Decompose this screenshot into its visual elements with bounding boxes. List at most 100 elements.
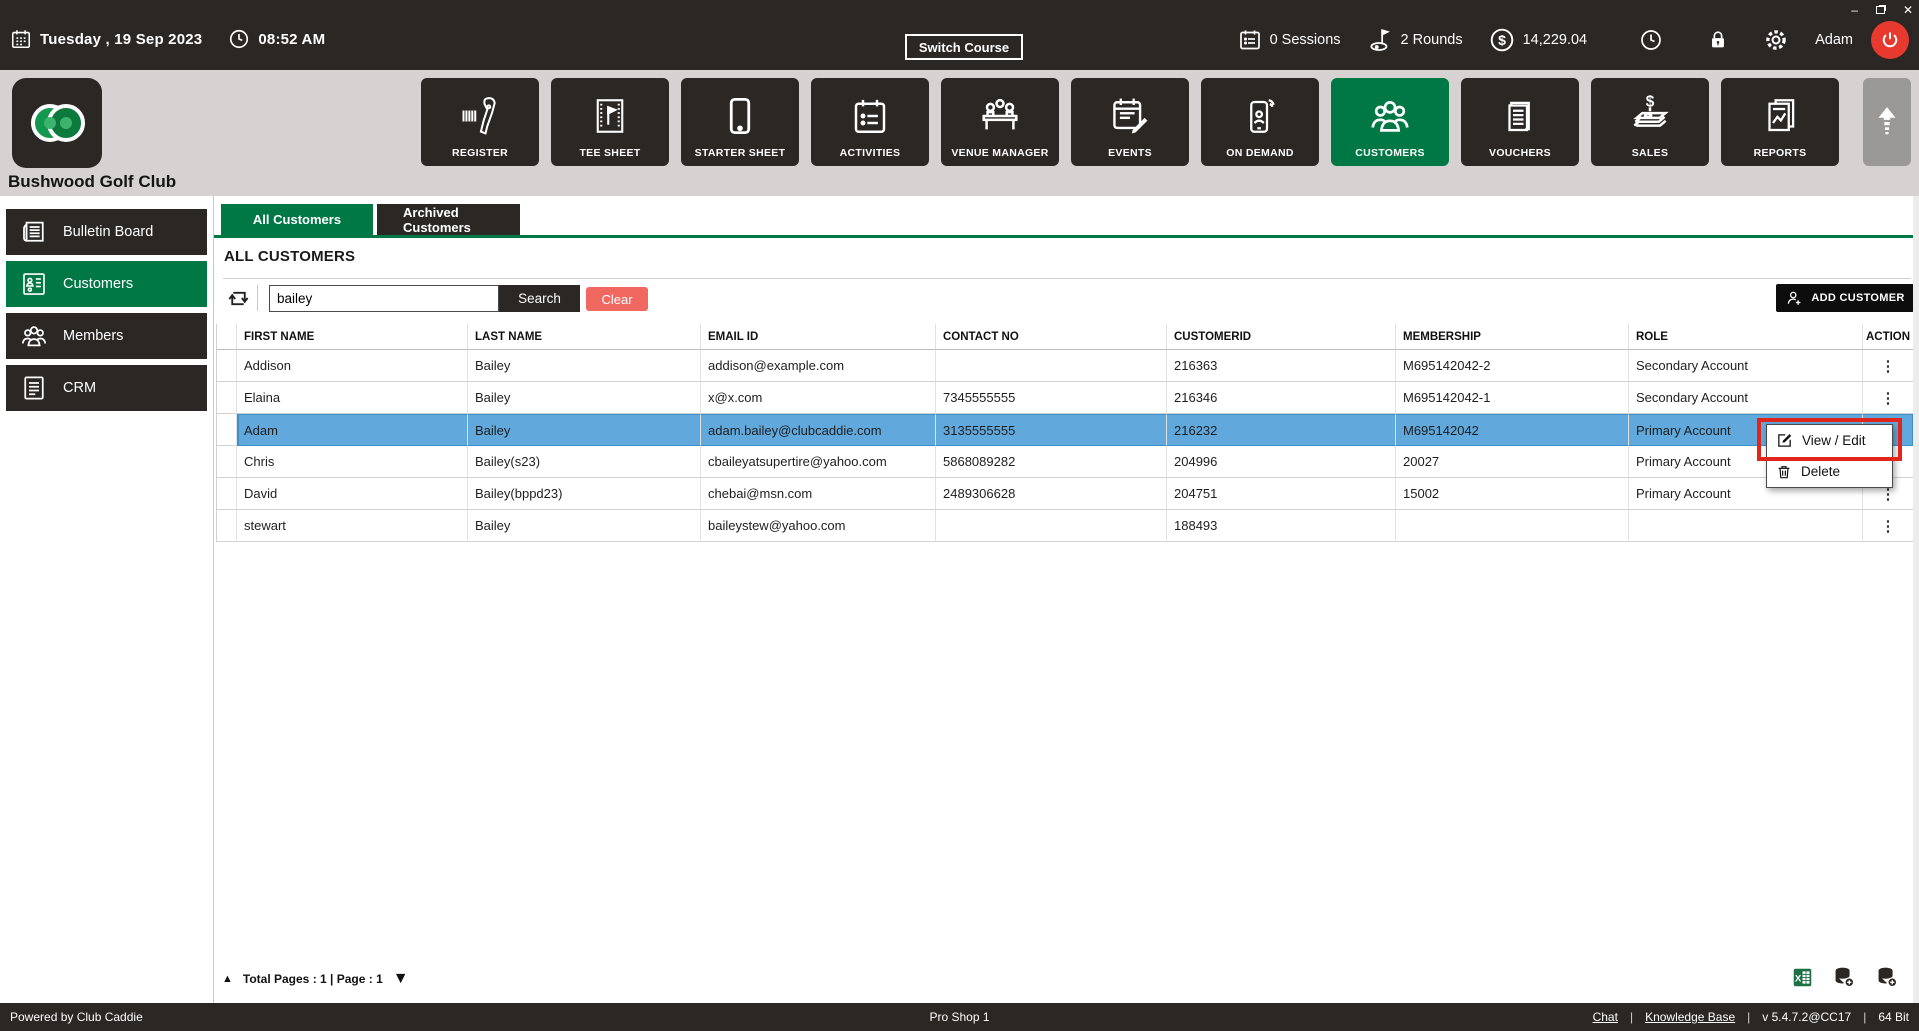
date-time-group: Tuesday , 19 Sep 2023 08:52 AM: [10, 28, 325, 50]
row-actions-icon[interactable]: ⋮: [1863, 382, 1914, 414]
col-membership[interactable]: MEMBERSHIP: [1396, 324, 1629, 350]
sidebar-item-bulletin-board[interactable]: Bulletin Board: [6, 209, 207, 255]
cell-customerid: 188493: [1167, 510, 1396, 542]
cell-role: [1629, 510, 1863, 542]
calendar-pencil-icon: [1108, 78, 1152, 148]
search-input[interactable]: [269, 285, 499, 312]
members-group-icon: [19, 321, 49, 351]
collapse-toolbar-button[interactable]: [1863, 78, 1911, 166]
sidebar-item-customers[interactable]: Customers: [6, 261, 207, 307]
cell-email: chebai@msn.com: [701, 478, 936, 510]
club-caddie-app: – ✕ Tuesday , 19 Sep 2023: [0, 0, 1919, 1031]
sidebar-item-label: Members: [63, 328, 123, 344]
tee-sheet-label: TEE SHEET: [579, 148, 640, 159]
rounds-stat[interactable]: 2 Rounds: [1367, 27, 1463, 53]
power-button[interactable]: [1871, 21, 1909, 59]
table-row-selected[interactable]: Adam Bailey adam.bailey@clubcaddie.com 3…: [216, 414, 1914, 446]
starter-sheet-button[interactable]: STARTER SHEET: [681, 78, 799, 166]
tee-sheet-button[interactable]: TEE SHEET: [551, 78, 669, 166]
context-menu-view-edit[interactable]: View / Edit: [1767, 425, 1892, 456]
export-data-add-icon[interactable]: [1876, 966, 1899, 989]
search-button[interactable]: Search: [499, 285, 580, 312]
events-button[interactable]: EVENTS: [1071, 78, 1189, 166]
cell-contact: 3135555555: [936, 414, 1167, 446]
table-row[interactable]: stewart Bailey baileystew@yahoo.com 1884…: [216, 510, 1914, 542]
switch-course-button[interactable]: Switch Course: [905, 34, 1023, 60]
customers-label: CUSTOMERS: [1355, 148, 1425, 159]
customer-tabs: All Customers Archived Customers: [221, 204, 520, 235]
cell-last-name: Bailey: [468, 350, 701, 382]
window-controls: – ✕: [1851, 2, 1913, 18]
on-demand-label: ON DEMAND: [1226, 148, 1293, 159]
cell-email: addison@example.com: [701, 350, 936, 382]
clock-button[interactable]: [1639, 28, 1663, 52]
lock-icon[interactable]: [1707, 29, 1729, 51]
col-contact-no[interactable]: CONTACT NO: [936, 324, 1167, 350]
chat-link[interactable]: Chat: [1593, 1010, 1618, 1024]
cell-last-name: Bailey: [468, 510, 701, 542]
row-actions-icon[interactable]: ⋮: [1863, 510, 1914, 542]
minimize-icon[interactable]: –: [1851, 3, 1858, 17]
add-customer-button[interactable]: ADD CUSTOMER: [1776, 284, 1914, 312]
balance-stat[interactable]: $ 14,229.04: [1489, 27, 1588, 53]
sales-button[interactable]: $ SALES: [1591, 78, 1709, 166]
page-dropdown-icon[interactable]: ▼: [393, 970, 409, 988]
golf-flag-icon: [1367, 27, 1393, 53]
sidebar-item-label: Bulletin Board: [63, 224, 153, 240]
cell-last-name: Bailey: [468, 382, 701, 414]
cell-customerid: 204751: [1167, 478, 1396, 510]
report-chart-icon: [1759, 78, 1801, 148]
restore-icon[interactable]: [1876, 6, 1885, 14]
arch-label: 64 Bit: [1878, 1010, 1909, 1024]
page-title: ALL CUSTOMERS: [224, 248, 355, 265]
page-up-icon[interactable]: ▲: [222, 973, 233, 985]
reports-button[interactable]: REPORTS: [1721, 78, 1839, 166]
sidebar-item-members[interactable]: Members: [6, 313, 207, 359]
clock-icon: [228, 28, 250, 50]
activities-button[interactable]: ACTIVITIES: [811, 78, 929, 166]
register-button[interactable]: REGISTER: [421, 78, 539, 166]
svg-text:X: X: [1795, 973, 1802, 984]
cell-contact: 5868089282: [936, 446, 1167, 478]
refresh-icon[interactable]: [226, 286, 251, 311]
divider: |: [1863, 1010, 1866, 1024]
vouchers-button[interactable]: VOUCHERS: [1461, 78, 1579, 166]
col-email-id[interactable]: EMAIL ID: [701, 324, 936, 350]
row-actions-icon[interactable]: ⋮: [1863, 350, 1914, 382]
context-menu-delete[interactable]: Delete: [1767, 456, 1892, 487]
clear-button[interactable]: Clear: [586, 287, 648, 311]
on-demand-button[interactable]: ON DEMAND: [1201, 78, 1319, 166]
export-data-icon[interactable]: [1833, 966, 1856, 989]
divider: [223, 278, 1911, 279]
sessions-stat[interactable]: 0 Sessions: [1238, 28, 1341, 52]
excel-export-icon[interactable]: X: [1792, 967, 1813, 988]
sidebar-item-crm[interactable]: CRM: [6, 365, 207, 411]
edit-page-icon: [1776, 432, 1793, 449]
customers-button[interactable]: CUSTOMERS: [1331, 78, 1449, 166]
col-customerid[interactable]: CUSTOMERID: [1167, 324, 1396, 350]
top-bar: – ✕ Tuesday , 19 Sep 2023: [0, 0, 1919, 70]
col-first-name[interactable]: FIRST NAME: [237, 324, 468, 350]
register-label: REGISTER: [452, 148, 508, 159]
col-last-name[interactable]: LAST NAME: [468, 324, 701, 350]
toolbar: Bushwood Golf Club REGISTER: [0, 70, 1919, 196]
scrollbar[interactable]: [1913, 196, 1919, 1003]
newspaper-icon: [19, 217, 49, 247]
table-row[interactable]: Elaina Bailey x@x.com 7345555555 216346 …: [216, 382, 1914, 414]
col-role[interactable]: ROLE: [1629, 324, 1863, 350]
venue-manager-button[interactable]: VENUE MANAGER: [941, 78, 1059, 166]
table-row[interactable]: Addison Bailey addison@example.com 21636…: [216, 350, 1914, 382]
current-user[interactable]: Adam: [1815, 32, 1853, 48]
table-row[interactable]: David Bailey(bppd23) chebai@msn.com 2489…: [216, 478, 1914, 510]
cell-customerid: 216346: [1167, 382, 1396, 414]
gear-icon[interactable]: [1763, 27, 1789, 53]
footer-bar: Powered by Club Caddie Pro Shop 1 Chat |…: [0, 1003, 1919, 1031]
table-row[interactable]: Chris Bailey(s23) cbaileyatsupertire@yah…: [216, 446, 1914, 478]
knowledge-base-link[interactable]: Knowledge Base: [1645, 1010, 1735, 1024]
activities-label: ACTIVITIES: [840, 148, 901, 159]
tablet-icon: [719, 78, 761, 148]
cell-email: cbaileyatsupertire@yahoo.com: [701, 446, 936, 478]
tab-archived-customers[interactable]: Archived Customers: [377, 204, 520, 235]
tab-all-customers[interactable]: All Customers: [221, 204, 373, 235]
close-icon[interactable]: ✕: [1903, 3, 1913, 17]
